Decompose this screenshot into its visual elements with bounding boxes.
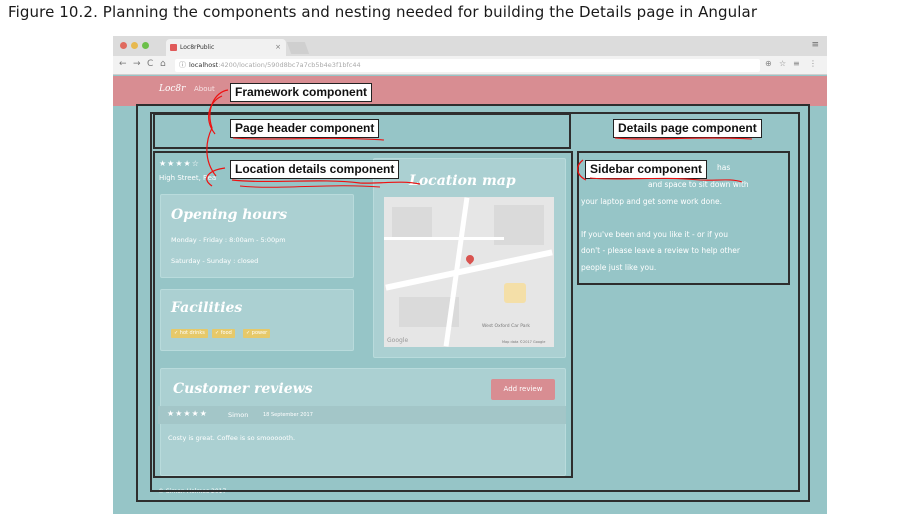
favicon-icon <box>170 44 177 51</box>
page-header-component-label: Page header component <box>230 119 380 138</box>
bookmark-star-icon[interactable]: ☆ <box>779 59 786 68</box>
minimize-window-dot[interactable] <box>131 42 138 49</box>
tab-title: Loc8rPublic <box>180 44 215 51</box>
more-menu-icon[interactable]: ⋮ <box>809 59 817 68</box>
page-title: Costy <box>46 80 108 104</box>
browser-toolbar: ← → C ⌂ ⓘ localhost:4200/location/590d8b… <box>113 56 827 75</box>
address-bar[interactable]: ⓘ localhost:4200/location/590d8bc7a7cb5b… <box>175 59 760 72</box>
location-details-component-box <box>153 151 573 478</box>
back-icon[interactable]: ← <box>119 59 127 69</box>
new-tab-button[interactable] <box>286 42 310 54</box>
extensions-menu-icon[interactable]: ≡ <box>793 59 800 68</box>
sidebar-component-label: Sidebar component <box>585 160 708 179</box>
url-path: :4200/location/590d8bc7a7cb5b4e3f1bfc44 <box>218 61 361 69</box>
profile-icon[interactable]: ≡ <box>811 40 819 50</box>
details-page-component-label: Details page component <box>613 119 762 138</box>
location-details-component-label: Location details component <box>230 160 400 179</box>
framework-component-label: Framework component <box>230 83 373 102</box>
home-icon[interactable]: ⌂ <box>160 59 166 69</box>
browser-titlebar: Loc8rPublic × ≡ <box>113 36 827 56</box>
tab-close-icon[interactable]: × <box>275 39 281 56</box>
extension-icon[interactable]: ⊕ <box>765 59 772 68</box>
brand-logo[interactable]: Loc8r <box>159 84 185 94</box>
forward-icon[interactable]: → <box>133 59 141 69</box>
app-navbar: Loc8r About <box>113 76 827 106</box>
reload-icon[interactable]: C <box>147 59 153 69</box>
maximize-window-dot[interactable] <box>142 42 149 49</box>
nav-about-link[interactable]: About <box>194 85 215 93</box>
info-icon: ⓘ <box>179 61 186 69</box>
figure-caption: Figure 10.2. Planning the components and… <box>8 3 758 21</box>
browser-tab[interactable]: Loc8rPublic × <box>166 39 286 56</box>
close-window-dot[interactable] <box>120 42 127 49</box>
url-host: localhost <box>189 61 219 69</box>
